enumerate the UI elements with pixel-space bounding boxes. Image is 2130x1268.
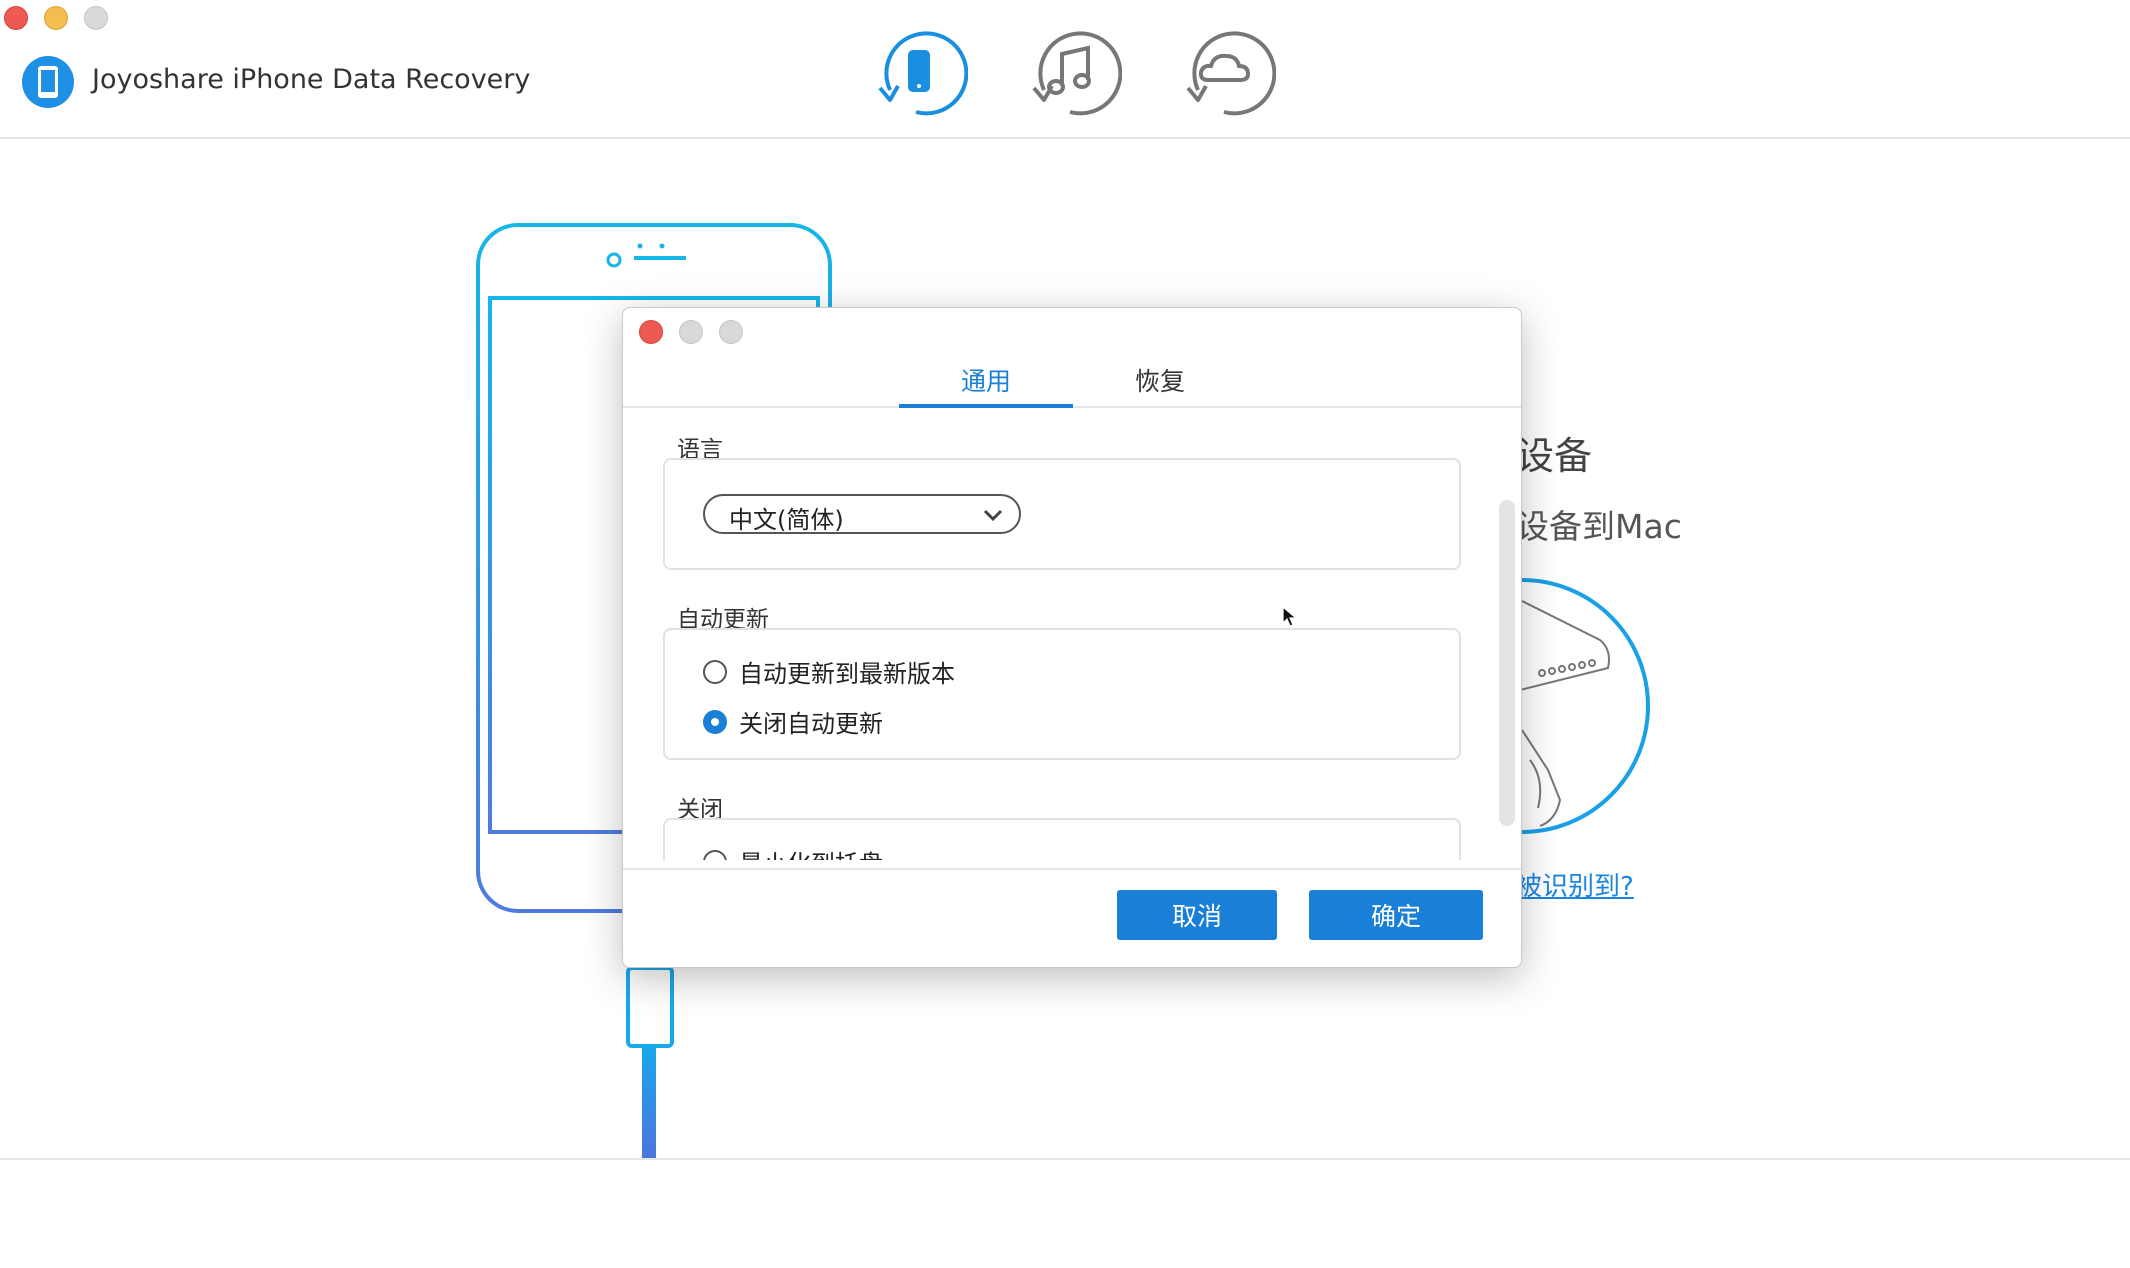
- header-divider: [0, 137, 2130, 139]
- disable-auto-update-label: 关闭自动更新: [739, 710, 883, 738]
- zoom-window-button[interactable]: [84, 6, 108, 30]
- minimize-to-tray-option[interactable]: 最小化到托盘: [703, 844, 883, 860]
- recover-from-icloud-button[interactable]: [1176, 28, 1277, 116]
- radio-button[interactable]: [703, 659, 727, 684]
- phone-logo-icon: [38, 66, 58, 98]
- dialog-window-controls: [639, 320, 743, 344]
- language-group: 中文(简体): [663, 458, 1461, 570]
- app-logo: [22, 56, 74, 108]
- footer-divider: [0, 1158, 2130, 1160]
- cloud-icon: [1186, 31, 1277, 116]
- preferences-content[interactable]: 语言 中文(简体) 自动更新 自动更新到最新版本 关闭自动更新 关闭: [623, 408, 1521, 860]
- cancel-button[interactable]: 取消: [1117, 890, 1277, 940]
- radio-button-selected[interactable]: [703, 709, 727, 734]
- tab-recovery[interactable]: 恢复: [1073, 362, 1247, 408]
- disable-auto-update-option[interactable]: 关闭自动更新: [703, 704, 883, 739]
- auto-update-group: 自动更新到最新版本 关闭自动更新: [663, 628, 1461, 760]
- confirm-button[interactable]: 确定: [1309, 890, 1483, 940]
- radio-button[interactable]: [703, 849, 727, 860]
- dialog-footer: 取消 确定: [623, 868, 1521, 967]
- minimize-to-tray-label: 最小化到托盘: [739, 844, 883, 860]
- mouse-cursor-icon: [1282, 606, 1298, 627]
- language-select[interactable]: 中文(简体): [703, 494, 1021, 534]
- minimize-window-button[interactable]: [44, 6, 68, 30]
- chevron-down-icon: [983, 509, 1003, 522]
- dialog-close-button[interactable]: [639, 320, 663, 344]
- preferences-dialog: 通用 恢复 语言 中文(简体) 自动更新 自动更新到最新版本 关闭自动更新 关闭…: [622, 307, 1522, 968]
- close-window-button[interactable]: [4, 6, 28, 30]
- music-icon: [1032, 31, 1123, 116]
- auto-update-latest-label: 自动更新到最新版本: [739, 660, 955, 688]
- language-select-value: 中文(简体): [729, 506, 844, 534]
- device-recovery-icon: [878, 31, 969, 116]
- app-title: Joyoshare iPhone Data Recovery: [92, 64, 531, 95]
- content-scrollbar[interactable]: [1499, 500, 1515, 826]
- connect-heading: 设备: [1516, 434, 1593, 478]
- dialog-minimize-button: [679, 320, 703, 344]
- dialog-zoom-button: [719, 320, 743, 344]
- tab-general[interactable]: 通用: [899, 362, 1073, 408]
- preferences-tabs: 通用 恢复: [623, 352, 1521, 408]
- device-not-recognized-link[interactable]: 被识别到?: [1516, 866, 1634, 903]
- auto-update-latest-option[interactable]: 自动更新到最新版本: [703, 654, 955, 689]
- close-group: 最小化到托盘: [663, 818, 1461, 860]
- recover-from-device-button[interactable]: [868, 28, 969, 116]
- window-controls: [4, 6, 108, 30]
- recover-from-itunes-button[interactable]: [1022, 28, 1123, 116]
- connect-subheading: 设备到Mac: [1516, 507, 1682, 546]
